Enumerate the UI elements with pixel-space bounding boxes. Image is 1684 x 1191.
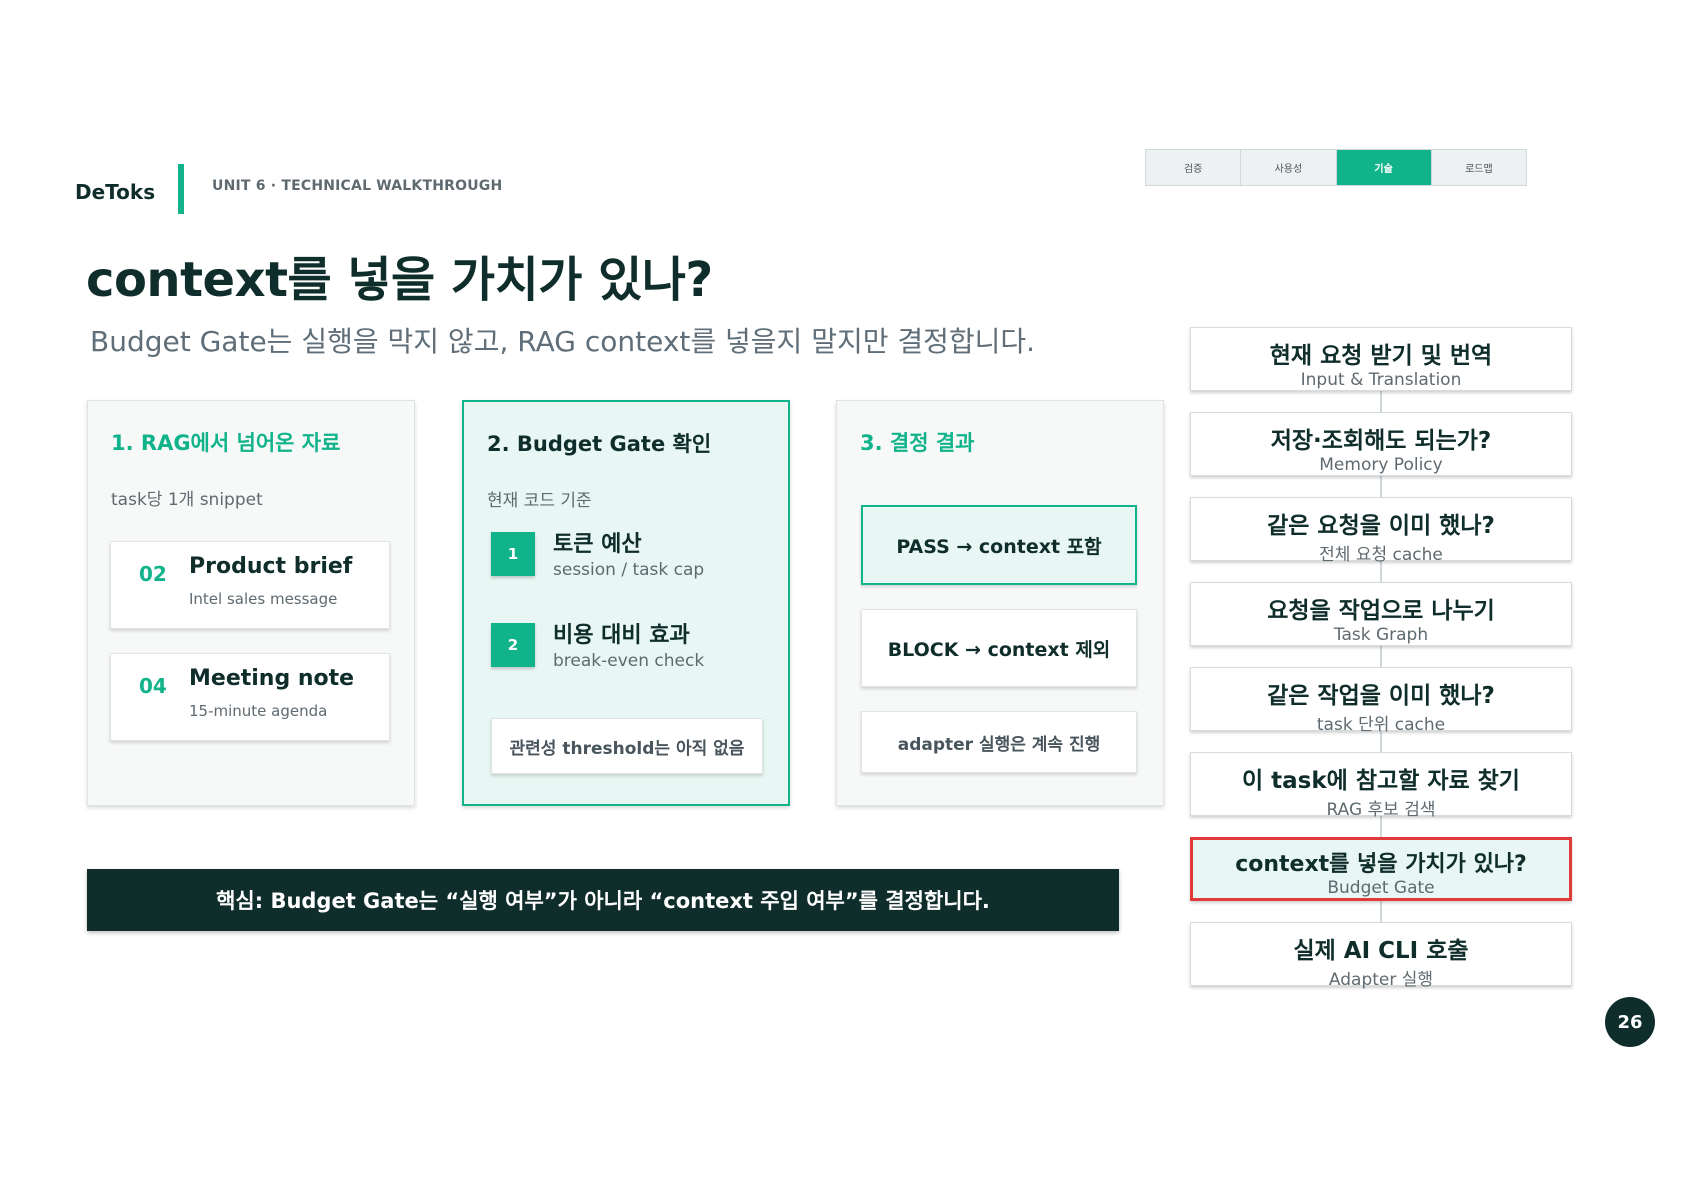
- flow-step-task-cache: 같은 작업을 이미 했나? task 단위 cache: [1190, 667, 1572, 735]
- brand-divider: [178, 164, 184, 214]
- section-nav: 검증 사용성 기술 로드맵: [1145, 149, 1527, 186]
- budget-gate-card: 2. Budget Gate 확인 현재 코드 기준 1 토큰 예산 sessi…: [462, 400, 790, 806]
- flow-step-sub: RAG 후보 검색: [1326, 800, 1436, 820]
- flow-step-sub: Input & Translation: [1300, 370, 1462, 390]
- tab-technology[interactable]: 기술: [1336, 150, 1432, 185]
- flow-step-task-graph: 요청을 작업으로 나누기 Task Graph: [1190, 582, 1572, 646]
- flow-step-memory-policy: 저장·조회해도 되는가? Memory Policy: [1190, 412, 1572, 476]
- flow-step-title: 실제 AI CLI 호출: [1293, 938, 1469, 964]
- card-subtitle: task당 1개 snippet: [111, 490, 263, 510]
- page-number-badge: 26: [1605, 997, 1655, 1047]
- flow-step-request-cache: 같은 요청을 이미 했나? 전체 요청 cache: [1190, 497, 1572, 565]
- block-result: BLOCK → context 제외: [861, 609, 1137, 687]
- decision-result-card: 3. 결정 결과 PASS → context 포함 BLOCK → conte…: [836, 400, 1164, 806]
- card-subtitle: 현재 코드 기준: [487, 491, 592, 511]
- step-title: 비용 대비 효과: [553, 623, 690, 648]
- flow-step-input: 현재 요청 받기 및 번역 Input & Translation: [1190, 327, 1572, 391]
- brand-logo: DeToks: [75, 180, 156, 204]
- flow-step-sub: task 단위 cache: [1316, 715, 1446, 735]
- list-item: 02 Product brief Intel sales message: [110, 541, 390, 629]
- flow-step-title: 같은 요청을 이미 했나?: [1267, 513, 1495, 539]
- threshold-note: 관련성 threshold는 아직 없음: [491, 718, 763, 774]
- flow-step-sub: Budget Gate: [1327, 878, 1435, 898]
- rag-source-card: 1. RAG에서 넘어온 자료 task당 1개 snippet 02 Prod…: [87, 400, 415, 806]
- flow-step-title: 현재 요청 받기 및 번역: [1269, 343, 1493, 369]
- flow-step-sub: Adapter 실행: [1328, 970, 1434, 990]
- flow-step-sub: Task Graph: [1333, 625, 1429, 645]
- flow-step-title: 요청을 작업으로 나누기: [1267, 598, 1495, 624]
- flow-step-rag-search: 이 task에 참고할 자료 찾기 RAG 후보 검색: [1190, 752, 1572, 820]
- list-item: 04 Meeting note 15-minute agenda: [110, 653, 390, 741]
- tab-roadmap[interactable]: 로드맵: [1432, 150, 1526, 185]
- flow-step-title: context를 넣을 가치가 있나?: [1235, 852, 1527, 877]
- flow-step-sub: Memory Policy: [1319, 455, 1443, 475]
- card-title: 1. RAG에서 넘어온 자료: [111, 431, 341, 455]
- item-title: Product brief: [189, 554, 353, 579]
- step-desc: break-even check: [553, 651, 705, 671]
- step-title: 토큰 예산: [553, 532, 642, 557]
- tab-usability[interactable]: 사용성: [1241, 150, 1337, 185]
- step-number-badge: 2: [491, 623, 535, 667]
- key-message-banner: 핵심: Budget Gate는 “실행 여부”가 아니라 “context 주…: [87, 869, 1119, 931]
- step-desc: session / task cap: [553, 560, 705, 580]
- pass-result: PASS → context 포함: [861, 505, 1137, 585]
- flow-step-title: 같은 작업을 이미 했나?: [1267, 683, 1495, 709]
- item-desc: Intel sales message: [189, 590, 338, 608]
- flow-step-title: 이 task에 참고할 자료 찾기: [1242, 768, 1520, 794]
- item-number: 02: [139, 562, 167, 586]
- page-title: context를 넣을 가치가 있나?: [86, 252, 713, 308]
- page-subtitle: Budget Gate는 실행을 막지 않고, RAG context를 넣을지…: [90, 325, 1036, 358]
- card-title: 2. Budget Gate 확인: [487, 432, 712, 456]
- flow-step-adapter: 실제 AI CLI 호출 Adapter 실행: [1190, 922, 1572, 990]
- pipeline-flow: 현재 요청 받기 및 번역 Input & Translation 저장·조회해…: [1190, 327, 1572, 990]
- unit-label: UNIT 6 · TECHNICAL WALKTHROUGH: [212, 178, 503, 194]
- flow-step-title: 저장·조회해도 되는가?: [1270, 428, 1492, 454]
- item-title: Meeting note: [189, 666, 355, 691]
- tab-verification[interactable]: 검증: [1146, 150, 1242, 185]
- step-number-badge: 1: [491, 532, 535, 576]
- flow-step-budget-gate: context를 넣을 가치가 있나? Budget Gate: [1190, 837, 1572, 901]
- item-desc: 15-minute agenda: [189, 702, 328, 720]
- card-title: 3. 결정 결과: [860, 431, 975, 455]
- item-number: 04: [139, 674, 167, 698]
- adapter-note: adapter 실행은 계속 진행: [861, 711, 1137, 773]
- flow-step-sub: 전체 요청 cache: [1319, 545, 1443, 565]
